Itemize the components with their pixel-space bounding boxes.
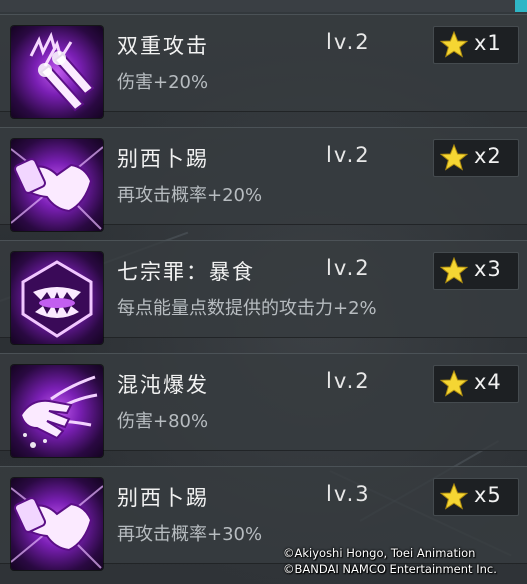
- skill-effect: 伤害+80%: [117, 411, 209, 432]
- quantity-badge: x3: [433, 252, 519, 290]
- kick-icon: [11, 139, 103, 231]
- skill-level: lv.2: [326, 256, 371, 280]
- star-icon: [440, 483, 468, 510]
- skill-name: 七宗罪：暴食: [117, 260, 255, 284]
- quantity-count: x5: [474, 483, 502, 507]
- skill-name: 别西卜踢: [117, 486, 209, 510]
- skill-level: lv.2: [326, 30, 371, 54]
- quantity-badge: x5: [433, 478, 519, 516]
- skill-row[interactable]: 七宗罪：暴食 lv.2 每点能量点数提供的攻击力+2% x3: [0, 240, 527, 352]
- kick-icon: [11, 478, 103, 570]
- star-icon: [440, 144, 468, 171]
- skill-row[interactable]: 双重攻击 lv.2 伤害+20% x1: [0, 14, 527, 126]
- quantity-count: x1: [474, 31, 502, 55]
- fanged-maw-icon: [11, 252, 103, 344]
- copyright-line-2: ©BANDAI NAMCO Entertainment Inc.: [283, 562, 497, 576]
- quantity-count: x4: [474, 370, 502, 394]
- quantity-count: x2: [474, 144, 502, 168]
- copyright-line-1: ©Akiyoshi Hongo, Toei Animation: [283, 546, 476, 560]
- quantity-badge: x2: [433, 139, 519, 177]
- skill-level: lv.2: [326, 369, 371, 393]
- skill-name: 别西卜踢: [117, 147, 209, 171]
- skill-level: lv.2: [326, 143, 371, 167]
- claw-burst-icon: [11, 365, 103, 457]
- quantity-badge: x4: [433, 365, 519, 403]
- quantity-badge: x1: [433, 26, 519, 64]
- star-icon: [440, 257, 468, 284]
- corner-accent: [515, 0, 527, 12]
- quantity-count: x3: [474, 257, 502, 281]
- skill-name: 混沌爆发: [117, 373, 209, 397]
- skill-effect: 再攻击概率+20%: [117, 185, 263, 206]
- skill-row[interactable]: 别西卜踢 lv.2 再攻击概率+20% x2: [0, 127, 527, 239]
- top-strip: [0, 0, 527, 12]
- skill-name: 双重攻击: [117, 34, 209, 58]
- twin-missile-icon: [11, 26, 103, 118]
- skill-row[interactable]: 混沌爆发 lv.2 伤害+80% x4: [0, 353, 527, 465]
- copyright-notice: ©Akiyoshi Hongo, Toei Animation ©BANDAI …: [283, 545, 523, 577]
- skill-level: lv.3: [326, 482, 371, 506]
- star-icon: [440, 31, 468, 58]
- star-icon: [440, 370, 468, 397]
- skill-effect: 每点能量点数提供的攻击力+2%: [117, 298, 377, 319]
- skill-effect: 再攻击概率+30%: [117, 524, 263, 545]
- skill-effect: 伤害+20%: [117, 72, 209, 93]
